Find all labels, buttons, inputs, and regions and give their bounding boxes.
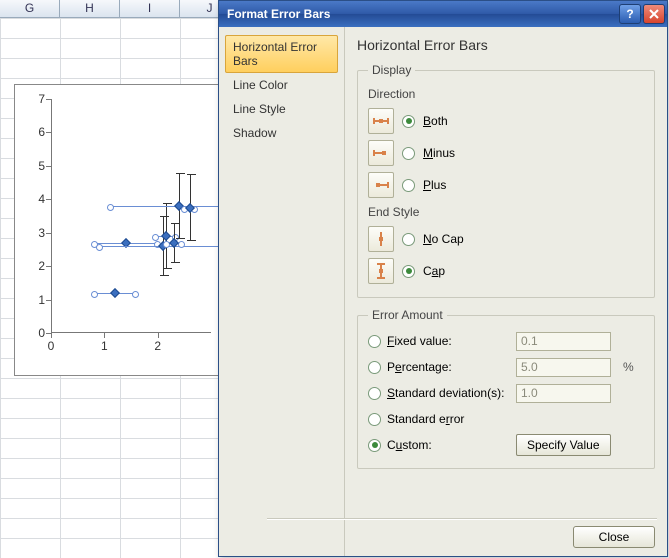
amount-stdev-input[interactable] xyxy=(516,384,611,403)
xtick-label: 1 xyxy=(101,339,108,353)
amount-stdev-radio[interactable] xyxy=(368,387,381,400)
amount-stderr-label: Standard error xyxy=(387,412,464,426)
direction-minus-icon[interactable] xyxy=(368,140,394,166)
endstyle-cap-radio[interactable] xyxy=(402,265,415,278)
direction-minus-label: Minus xyxy=(423,146,455,160)
nav-ls[interactable]: Line Style xyxy=(225,97,338,121)
column-headers: GHIJ xyxy=(0,0,240,18)
direction-row-both: Both xyxy=(368,105,644,137)
direction-plus-icon[interactable] xyxy=(368,172,394,198)
percent-sign: % xyxy=(623,360,634,374)
ytick-label: 6 xyxy=(38,125,45,139)
amount-stderr-radio[interactable] xyxy=(368,413,381,426)
amount-stdev-label: Standard deviation(s): xyxy=(387,386,504,400)
x-axis: 0 1 2 xyxy=(51,337,211,357)
endstyle-cap-label: Cap xyxy=(423,264,445,278)
direction-both-label: Both xyxy=(423,114,448,128)
nav-lc[interactable]: Line Color xyxy=(225,73,338,97)
direction-label: Direction xyxy=(368,87,644,101)
endstyle-nocap-icon[interactable] xyxy=(368,226,394,252)
endstyle-nocap-radio[interactable] xyxy=(402,233,415,246)
error-amount-legend: Error Amount xyxy=(368,308,447,322)
direction-plus-radio[interactable] xyxy=(402,179,415,192)
amount-row-custom: Custom: Specify Value xyxy=(368,432,644,458)
dialog-title: Format Error Bars xyxy=(227,7,617,21)
close-button[interactable]: Close xyxy=(573,526,655,548)
xtick-label: 0 xyxy=(48,339,55,353)
amount-row-percent: Percentage:% xyxy=(368,354,644,380)
close-x-button[interactable] xyxy=(643,4,665,24)
nav-h[interactable]: Horizontal Error Bars xyxy=(225,35,338,73)
amount-percent-label: Percentage: xyxy=(387,360,452,374)
display-group: Display Direction Both Minus Plus End Styl… xyxy=(357,63,655,298)
amount-percent-radio[interactable] xyxy=(368,361,381,374)
error-amount-group: Error Amount Fixed value: Percentage:% Sta… xyxy=(357,308,655,469)
endstyle-nocap-label: No Cap xyxy=(423,232,464,246)
category-nav: Horizontal Error BarsLine ColorLine Styl… xyxy=(219,27,345,556)
ytick-label: 4 xyxy=(38,192,45,206)
titlebar[interactable]: Format Error Bars ? xyxy=(219,1,667,27)
y-axis: 01234567 xyxy=(15,99,51,333)
panel-heading: Horizontal Error Bars xyxy=(357,37,655,53)
button-bar: Close xyxy=(573,526,655,548)
amount-fixed-radio[interactable] xyxy=(368,335,381,348)
amount-percent-input[interactable] xyxy=(516,358,611,377)
plot-area xyxy=(51,99,211,333)
close-icon xyxy=(649,9,659,19)
amount-custom-radio[interactable] xyxy=(368,439,381,452)
xtick-label: 2 xyxy=(154,339,161,353)
help-button[interactable]: ? xyxy=(619,4,641,24)
amount-row-stderr: Standard error xyxy=(368,406,644,432)
amount-fixed-label: Fixed value: xyxy=(387,334,452,348)
direction-both-radio[interactable] xyxy=(402,115,415,128)
amount-fixed-input[interactable] xyxy=(516,332,611,351)
col-header-H[interactable]: H xyxy=(60,0,120,18)
ytick-label: 2 xyxy=(38,259,45,273)
ytick-label: 0 xyxy=(38,326,45,340)
endstyle-cap-icon[interactable] xyxy=(368,258,394,284)
endstyle-label: End Style xyxy=(368,205,644,219)
panel: Horizontal Error Bars Display Direction … xyxy=(345,27,667,556)
ytick-label: 5 xyxy=(38,159,45,173)
amount-row-fixed: Fixed value: xyxy=(368,328,644,354)
ytick-label: 7 xyxy=(38,92,45,106)
display-legend: Display xyxy=(368,63,415,77)
ytick-label: 1 xyxy=(38,293,45,307)
format-error-bars-dialog: Format Error Bars ? Horizontal Error Bar… xyxy=(218,0,668,557)
direction-row-plus: Plus xyxy=(368,169,644,201)
col-header-G[interactable]: G xyxy=(0,0,60,18)
ytick-label: 3 xyxy=(38,226,45,240)
specify-value-button[interactable]: Specify Value xyxy=(516,434,611,456)
endstyle-row-cap: Cap xyxy=(368,255,644,287)
amount-row-stdev: Standard deviation(s): xyxy=(368,380,644,406)
direction-row-minus: Minus xyxy=(368,137,644,169)
col-header-I[interactable]: I xyxy=(120,0,180,18)
amount-custom-label: Custom: xyxy=(387,438,432,452)
nav-sh[interactable]: Shadow xyxy=(225,121,338,145)
direction-minus-radio[interactable] xyxy=(402,147,415,160)
direction-both-icon[interactable] xyxy=(368,108,394,134)
direction-plus-label: Plus xyxy=(423,178,446,192)
embedded-chart[interactable]: 0 1 2 3 4 5 6 7 0 1 2 xyxy=(14,84,220,376)
endstyle-row-nocap: No Cap xyxy=(368,223,644,255)
